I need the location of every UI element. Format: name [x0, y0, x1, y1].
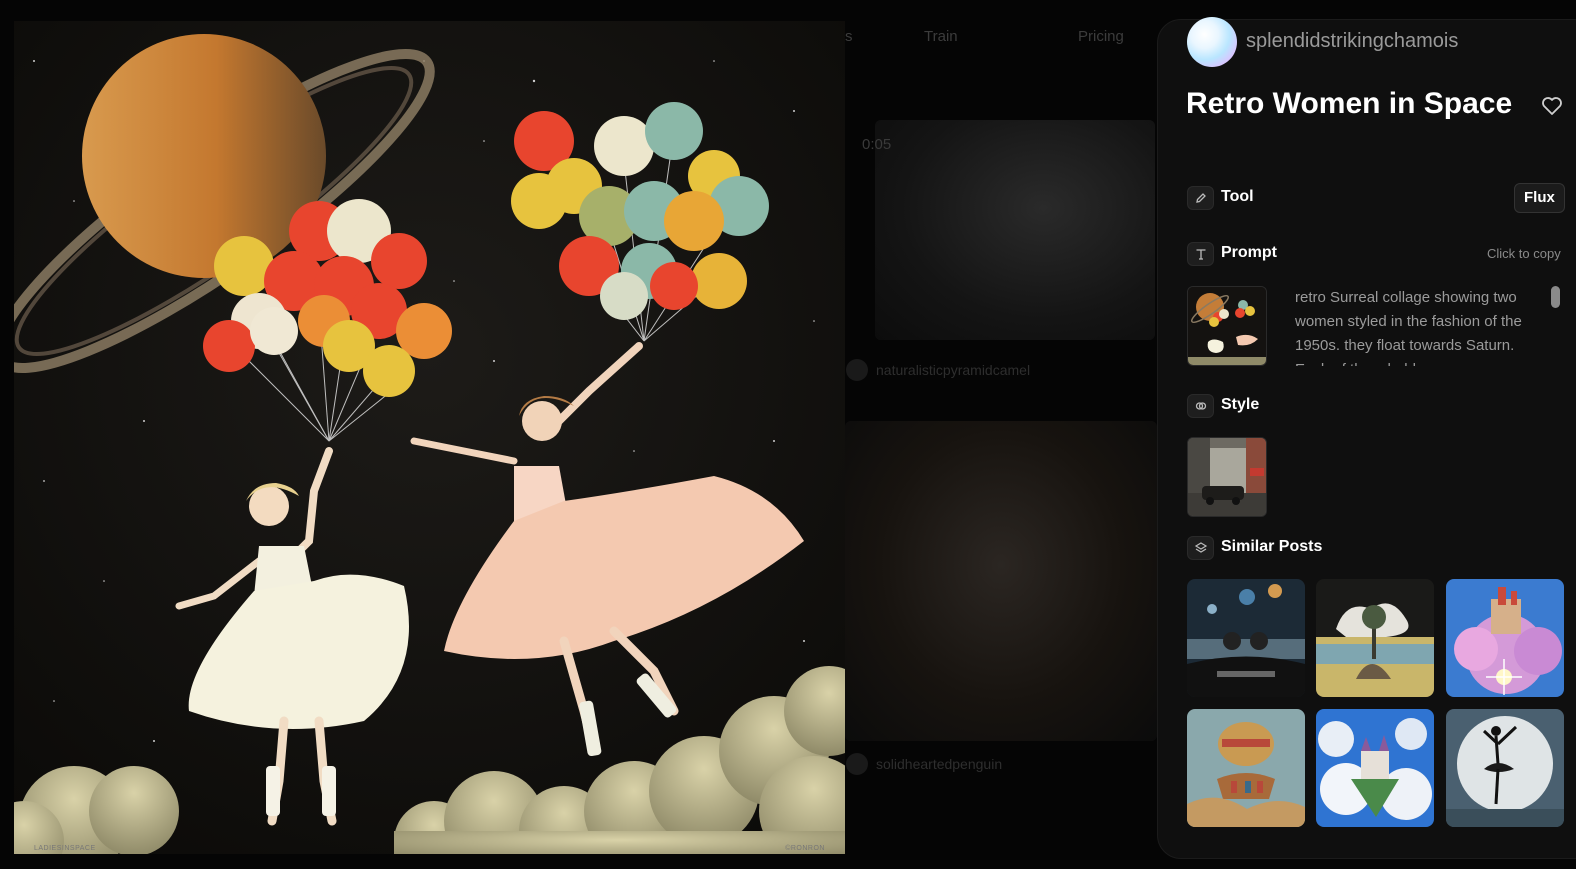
username[interactable]: splendidstrikingchamois: [1246, 30, 1458, 53]
similar-post-island-tree[interactable]: [1316, 579, 1434, 697]
bg-author: solidheartedpenguin: [876, 756, 1003, 772]
post-viewer: s Train Pricing 0:05 naturalisticpyramid…: [0, 0, 1576, 869]
similar-post-ballerina-moon[interactable]: [1446, 709, 1564, 827]
style-thumbnail[interactable]: [1187, 437, 1267, 517]
background-card: [875, 120, 1155, 340]
bg-avatar: [846, 359, 868, 381]
bg-author: naturalisticpyramidcamel: [876, 362, 1031, 378]
similar-post-hot-air-ship[interactable]: [1187, 709, 1305, 827]
pencil-icon: [1187, 186, 1214, 210]
prompt-text[interactable]: retro Surreal collage showing two women …: [1295, 286, 1545, 366]
bg-video-time: 0:05: [862, 136, 892, 153]
similar-post-floating-castle[interactable]: [1446, 579, 1564, 697]
prompt-label: Prompt: [1221, 244, 1277, 261]
user-avatar[interactable]: [1187, 17, 1237, 67]
similar-post-cloud-castle[interactable]: [1316, 709, 1434, 827]
tool-label: Tool: [1221, 188, 1254, 205]
prompt-scrollbar[interactable]: [1551, 286, 1560, 308]
heart-icon[interactable]: [1540, 94, 1564, 118]
text-t-icon: [1187, 242, 1214, 266]
style-label: Style: [1221, 396, 1260, 413]
similar-posts-label: Similar Posts: [1221, 538, 1323, 555]
main-post-image[interactable]: LADIESINSPACE ©RONRON: [14, 21, 845, 854]
similar-post-couple-in-car[interactable]: [1187, 579, 1305, 697]
link-rings-icon: [1187, 394, 1214, 418]
stack-icon: [1187, 536, 1214, 560]
bg-nav-item: Pricing: [1078, 28, 1124, 45]
click-to-copy[interactable]: Click to copy: [1487, 246, 1561, 261]
tool-badge[interactable]: Flux: [1514, 183, 1565, 213]
bg-nav-item: Train: [924, 28, 958, 45]
bg-nav-item: s: [845, 28, 853, 45]
prompt-image-thumbnail[interactable]: [1187, 286, 1267, 366]
bg-avatar: [846, 753, 868, 775]
post-title: Retro Women in Space: [1186, 87, 1513, 120]
background-nav: s Train Pricing: [845, 28, 1165, 52]
watermark-left: LADIESINSPACE: [34, 845, 96, 852]
watermark-right: ©RONRON: [785, 845, 825, 852]
background-card: [845, 421, 1157, 741]
